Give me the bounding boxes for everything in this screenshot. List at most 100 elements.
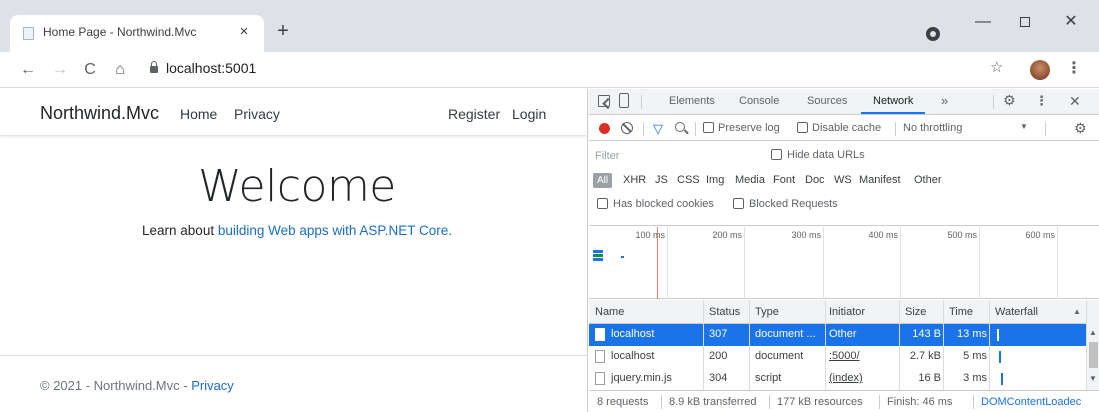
forward-button[interactable]: → (48, 58, 72, 82)
network-overview-timeline[interactable]: 100 ms 200 ms 300 ms 400 ms 500 ms 600 m… (589, 227, 1099, 299)
type-filter-manifest[interactable]: Manifest (859, 174, 901, 186)
type-filter-js[interactable]: JS (655, 174, 668, 186)
type-filter-all[interactable]: All (593, 173, 612, 188)
clear-icon[interactable] (621, 122, 633, 134)
search-icon[interactable] (675, 122, 685, 132)
divider (695, 122, 696, 136)
hide-data-urls-label: Hide data URLs (787, 149, 865, 161)
reload-button[interactable]: C (78, 58, 102, 82)
column-divider[interactable] (749, 300, 750, 390)
column-divider[interactable] (703, 300, 704, 390)
filter-input[interactable]: Filter (595, 150, 619, 162)
column-divider[interactable] (989, 300, 990, 390)
column-divider[interactable] (899, 300, 900, 390)
type-filter-font[interactable]: Font (773, 174, 795, 186)
browser-menu-button[interactable]: ⋮ (1066, 58, 1082, 78)
tab-elements[interactable]: Elements (669, 95, 715, 107)
type-filter-doc[interactable]: Doc (805, 174, 825, 186)
browser-tab[interactable]: Home Page - Northwind.Mvc × (10, 15, 264, 52)
column-header-status[interactable]: Status (709, 306, 740, 318)
cell-size: 143 B (912, 328, 941, 340)
bookmark-star-icon[interactable]: ☆ (990, 58, 1003, 76)
throttling-select[interactable]: No throttling (903, 122, 962, 134)
learn-text: Learn about building Web apps with ASP.N… (0, 223, 594, 238)
column-header-time[interactable]: Time (949, 306, 973, 318)
type-filter-img[interactable]: Img (706, 174, 724, 186)
divider (769, 395, 770, 409)
type-filter-ws[interactable]: WS (834, 174, 852, 186)
cell-status: 307 (709, 328, 728, 340)
more-tabs-button[interactable]: » (941, 93, 948, 108)
hide-data-urls-checkbox[interactable] (771, 149, 782, 160)
back-button[interactable]: ← (16, 58, 40, 82)
filter-area: Filter Hide data URLs All XHR JS CSS Img… (589, 142, 1099, 226)
script-file-icon (595, 372, 605, 385)
tab-close-button[interactable]: × (234, 22, 254, 42)
home-button[interactable]: ⌂ (108, 58, 132, 82)
address-bar[interactable]: localhost:5001 (166, 60, 256, 76)
close-window-button[interactable]: ✕ (1051, 8, 1091, 36)
record-button[interactable] (599, 123, 610, 134)
nav-login-link[interactable]: Login (512, 106, 546, 122)
tab-title: Home Page - Northwind.Mvc (43, 25, 197, 39)
cell-name: jquery.min.js (611, 372, 672, 384)
table-row[interactable]: localhost 307 document ... Other 143 B 1… (589, 324, 1086, 346)
filter-funnel-icon[interactable]: ▽ (653, 121, 663, 137)
new-tab-button[interactable]: + (272, 21, 294, 43)
cell-initiator-link[interactable]: (index) (829, 372, 863, 384)
footer-privacy-link[interactable]: Privacy (191, 378, 234, 393)
document-icon (595, 328, 605, 341)
column-header-type[interactable]: Type (755, 306, 779, 318)
nav-privacy-link[interactable]: Privacy (234, 106, 280, 122)
nav-register-link[interactable]: Register (448, 106, 500, 122)
table-row[interactable]: localhost 200 document :5000/ 2.7 kB 5 m… (589, 346, 1086, 368)
settings-gear-icon[interactable]: ⚙ (1003, 92, 1016, 109)
type-filter-xhr[interactable]: XHR (623, 174, 646, 186)
scrollbar-thumb[interactable] (1089, 342, 1098, 368)
type-filter-media[interactable]: Media (735, 174, 765, 186)
tab-sources[interactable]: Sources (807, 95, 847, 107)
request-count: 8 requests (597, 396, 649, 408)
column-header-waterfall[interactable]: Waterfall (995, 306, 1038, 318)
page-favicon-icon (23, 27, 34, 40)
cell-initiator-link[interactable]: :5000/ (829, 350, 860, 362)
chevron-down-icon: ▼ (1020, 122, 1028, 131)
type-filter-css[interactable]: CSS (677, 174, 700, 186)
network-settings-gear-icon[interactable]: ⚙ (1074, 120, 1087, 137)
disable-cache-checkbox[interactable] (797, 122, 808, 133)
document-icon (595, 350, 605, 363)
learn-link[interactable]: building Web apps with ASP.NET Core. (218, 223, 452, 238)
column-divider[interactable] (943, 300, 944, 390)
close-devtools-icon[interactable]: ✕ (1069, 93, 1081, 110)
maximize-button[interactable] (1005, 8, 1045, 36)
blocked-requests-checkbox[interactable] (733, 198, 744, 209)
scroll-up-arrow-icon[interactable]: ▲ (1089, 328, 1097, 337)
column-header-name[interactable]: Name (595, 306, 624, 318)
tick-line (744, 227, 745, 299)
preserve-log-checkbox[interactable] (703, 122, 714, 133)
cell-name: localhost (611, 350, 655, 362)
tab-network[interactable]: Network (873, 95, 913, 107)
lock-icon[interactable] (150, 61, 158, 75)
column-header-initiator[interactable]: Initiator (829, 306, 865, 318)
profile-avatar[interactable] (1030, 60, 1050, 80)
table-scrollbar[interactable]: ▲ ▼ (1086, 300, 1099, 390)
inspect-element-icon[interactable] (598, 95, 610, 107)
nav-home-link[interactable]: Home (180, 106, 217, 122)
type-filter-other[interactable]: Other (914, 174, 942, 186)
scroll-down-arrow-icon[interactable]: ▼ (1089, 374, 1097, 383)
column-divider[interactable] (825, 300, 826, 390)
site-brand-link[interactable]: Northwind.Mvc (40, 103, 159, 124)
devtools-menu-icon[interactable]: ⋮ (1035, 93, 1048, 109)
cell-type: document ... (755, 328, 816, 340)
has-blocked-cookies-checkbox[interactable] (597, 198, 608, 209)
table-row[interactable]: jquery.min.js 304 script (index) 16 B 3 … (589, 368, 1086, 390)
extension-icon[interactable] (926, 27, 940, 41)
column-header-size[interactable]: Size (905, 306, 926, 318)
tab-console[interactable]: Console (739, 95, 779, 107)
device-toolbar-icon[interactable] (619, 93, 629, 108)
browser-toolbar: ← → C ⌂ localhost:5001 ☆ ⋮ (0, 52, 1099, 88)
table-header: Name Status Type Initiator Size Time Wat… (589, 300, 1086, 324)
minimize-button[interactable]: — (963, 8, 1003, 36)
cell-size: 16 B (918, 372, 941, 384)
